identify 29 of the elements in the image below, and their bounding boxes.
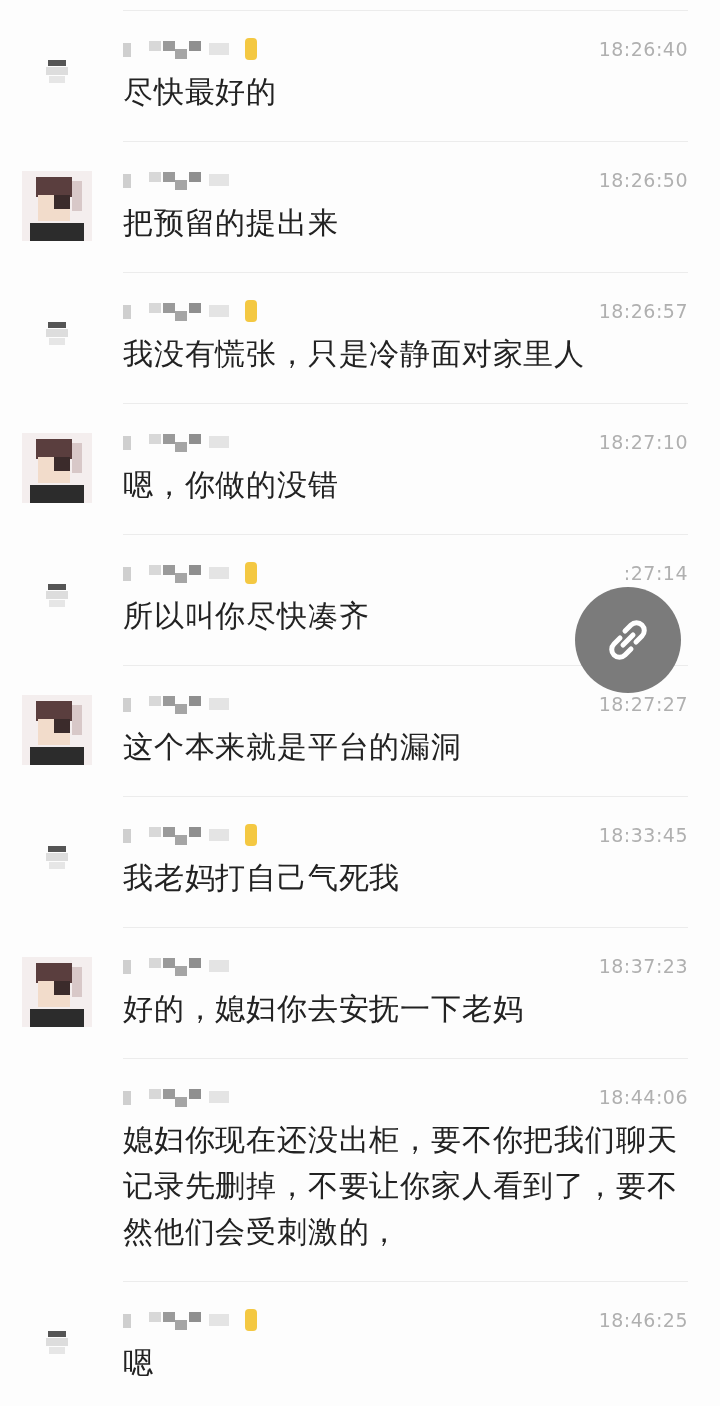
message-text: 媳妇你现在还没出柜，要不你把我们聊天记录先删掉，不要让你家人看到了，要不然他们会受刺激的， (123, 1121, 679, 1251)
message-text: 所以叫你尽快凑齐 (123, 597, 370, 635)
message-text: 嗯 (123, 1344, 154, 1382)
message-text: 我老妈打自己气死我 (123, 859, 401, 897)
avatar-icon (45, 582, 68, 608)
avatar-icon (45, 320, 68, 346)
message-time: 18:27:10 (598, 431, 688, 453)
message-text: 这个本来就是平台的漏洞 (123, 728, 462, 766)
avatar-figure (21, 171, 92, 241)
message-text: 嗯，你做的没错 (123, 466, 339, 504)
message-text: 尽快最好的 (123, 73, 277, 111)
avatar-icon (45, 1329, 68, 1355)
message-time: 18:33:45 (598, 824, 688, 846)
message-time: 18:27:27 (598, 693, 688, 715)
message-text: 好的，媳妇你去安抚一下老妈 (123, 990, 524, 1028)
message-time: 18:46:25 (598, 1309, 688, 1331)
message-time: 18:37:23 (598, 955, 688, 977)
message-time: 18:26:57 (598, 300, 688, 322)
message-text: 把预留的提出来 (123, 204, 339, 242)
message-time: 18:26:50 (598, 169, 688, 191)
message-time: 18:44:06 (598, 1086, 688, 1108)
avatar-icon (45, 844, 68, 870)
message-time: :27:14 (623, 562, 688, 584)
avatar-figure (21, 695, 92, 765)
message-text: 我没有慌张，只是冷静面对家里人 (123, 335, 585, 373)
avatar-figure (21, 433, 92, 503)
message-time: 18:26:40 (598, 38, 688, 60)
avatar-figure (21, 957, 92, 1027)
avatar-icon (45, 58, 68, 84)
